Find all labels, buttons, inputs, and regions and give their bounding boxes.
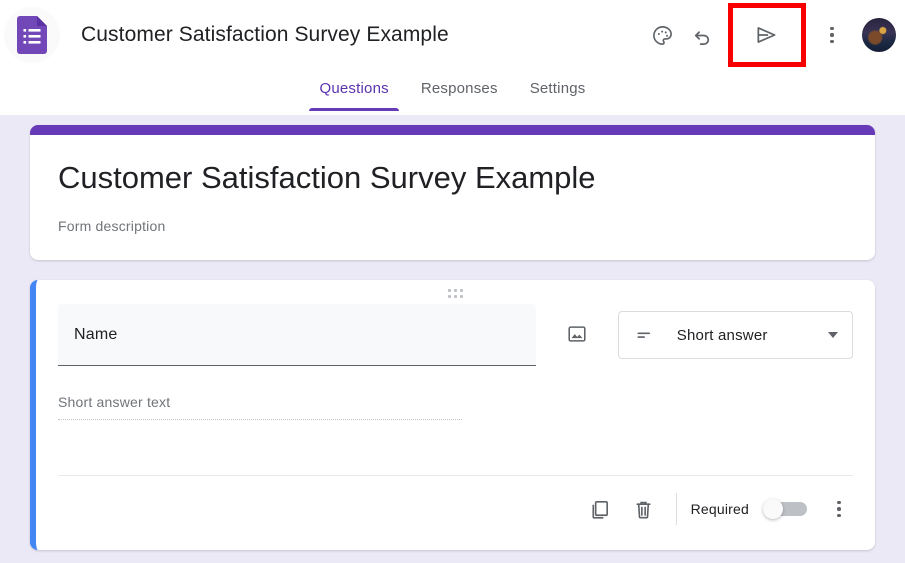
short-answer-placeholder: Short answer text [58,394,462,420]
kebab-dots [837,500,841,518]
form-accent-bar [30,125,875,135]
tab-responses[interactable]: Responses [405,70,514,111]
question-title-input[interactable]: Name [58,304,536,366]
required-toggle[interactable] [763,499,807,519]
question-title-text: Name [74,325,118,343]
google-forms-icon [17,16,47,54]
question-type-label: Short answer [676,326,768,344]
document-title[interactable]: Customer Satisfaction Survey Example [81,23,449,47]
add-image-icon[interactable] [558,314,596,354]
duplicate-icon[interactable] [578,487,622,531]
tab-settings[interactable]: Settings [514,70,602,111]
more-options-icon[interactable] [812,15,852,55]
question-type-select[interactable]: Short answer [617,311,853,359]
chevron-down-icon [828,332,838,338]
question-more-options-icon[interactable] [817,487,861,531]
tab-questions[interactable]: Questions [303,70,404,111]
google-forms-editor: Customer Satisfaction Survey Example Que… [0,0,905,563]
drag-handle-icon[interactable] [36,289,875,298]
drag-dots [448,289,463,298]
toggle-knob [763,499,783,519]
header-actions [642,3,905,67]
app-header: Customer Satisfaction Survey Example [0,0,905,70]
question-footer: Required [36,476,875,530]
undo-icon[interactable] [682,15,722,55]
form-header-card[interactable]: Customer Satisfaction Survey Example For… [30,125,875,260]
google-forms-logo[interactable] [4,7,60,63]
form-canvas: Customer Satisfaction Survey Example For… [0,115,905,563]
form-title[interactable]: Customer Satisfaction Survey Example [58,159,847,197]
footer-divider [675,493,677,525]
kebab-dots [830,26,834,44]
required-label: Required [690,501,749,517]
send-icon[interactable] [747,15,787,55]
short-answer-icon [637,332,650,338]
answer-preview: Short answer text [36,394,875,420]
form-description[interactable]: Form description [58,218,847,234]
theme-palette-icon[interactable] [642,15,682,55]
editor-tabs: Questions Responses Settings [0,70,905,115]
send-button-highlight [728,3,806,67]
avatar[interactable] [862,18,896,52]
question-card[interactable]: Name Short answer Short answer text Requ… [30,280,875,550]
form-header-body: Customer Satisfaction Survey Example For… [30,135,875,260]
trash-icon[interactable] [622,487,666,531]
